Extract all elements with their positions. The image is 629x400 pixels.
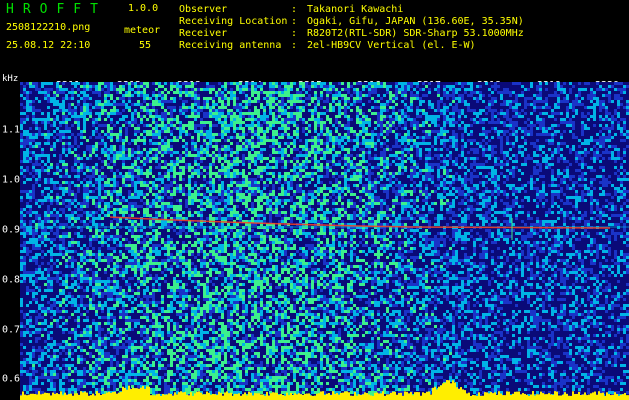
separator: : [291, 28, 298, 39]
antenna-value: 2el-HB9CV Vertical (el. E-W) [307, 40, 476, 51]
app-title: HROFFT [6, 2, 107, 17]
receiver-value: R820T2(RTL-SDR) SDR-Sharp 53.1000MHz [307, 28, 524, 39]
timestamp: 25.08.12 22:10 [6, 40, 91, 51]
separator: : [291, 4, 298, 15]
location-label: Receiving Location [179, 16, 288, 27]
meteor-count: 55 [139, 40, 152, 51]
frequency-label: 0.6 [2, 373, 21, 385]
station-info: Observer : Takanori Kawachi Receiving Lo… [179, 4, 524, 52]
spectrogram-waterfall [20, 82, 629, 400]
location-value: Ogaki, Gifu, JAPAN (136.60E, 35.35N) [307, 16, 524, 27]
frequency-label: 0.9 [2, 224, 21, 236]
mode-label: meteor [124, 25, 161, 36]
separator: : [291, 16, 298, 27]
spectrogram-canvas [20, 82, 629, 400]
app-version: 1.0.0 [128, 3, 159, 14]
frequency-unit-label: kHz [2, 74, 19, 84]
receiver-row: Receiver : R820T2(RTL-SDR) SDR-Sharp 53.… [179, 28, 524, 40]
antenna-row: Receiving antenna : 2el-HB9CV Vertical (… [179, 40, 524, 52]
observer-row: Observer : Takanori Kawachi [179, 4, 524, 16]
observer-value: Takanori Kawachi [307, 4, 404, 15]
frequency-label: 1.1 [2, 124, 21, 136]
separator: : [291, 40, 298, 51]
file-name: 2508122210.png [6, 22, 91, 33]
frequency-label: 1.0 [2, 174, 21, 186]
frequency-label: 0.8 [2, 274, 21, 286]
receiver-label: Receiver [179, 28, 228, 39]
observer-label: Observer [179, 4, 228, 15]
header-panel: HROFFT 1.0.0 2508122210.png meteor 25.08… [0, 0, 629, 80]
frequency-label: 0.7 [2, 324, 21, 336]
antenna-label: Receiving antenna [179, 40, 282, 51]
location-row: Receiving Location : Ogaki, Gifu, JAPAN … [179, 16, 524, 28]
